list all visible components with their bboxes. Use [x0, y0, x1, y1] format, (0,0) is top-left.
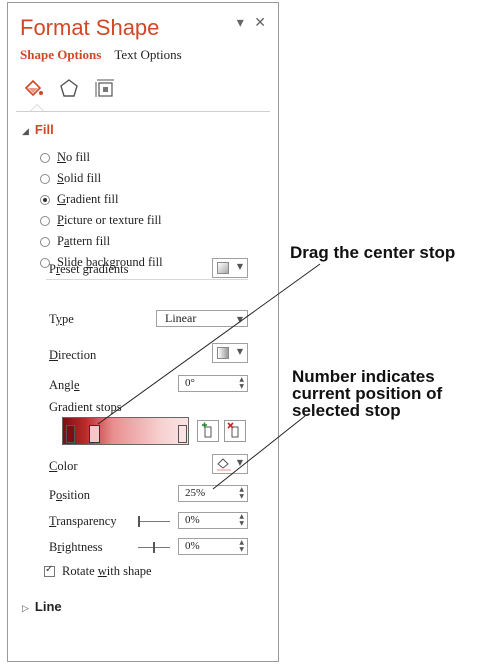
- callout-line-3: selected stop: [292, 401, 401, 420]
- drag-stop-leader-line: [97, 263, 321, 425]
- callout-line-2: current position of: [292, 384, 443, 403]
- callout-line-1: Number indicates: [292, 367, 435, 386]
- callout-position-note: Number indicates current position of sel…: [292, 368, 442, 419]
- callout-leader-lines: [97, 263, 321, 490]
- callout-drag-center-stop: Drag the center stop: [290, 243, 456, 262]
- position-leader-line: [212, 415, 306, 490]
